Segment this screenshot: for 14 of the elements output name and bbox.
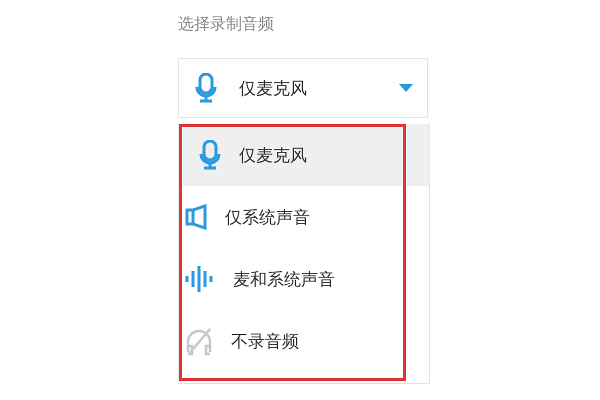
audio-dropdown[interactable]: 仅麦克风 [178,58,428,118]
microphone-icon [195,73,217,103]
speaker-icon [185,204,207,230]
option-label: 仅麦克风 [239,144,307,166]
sound-wave-icon [185,264,215,294]
muted-headphones-icon [185,326,213,356]
section-label: 选择录制音频 [178,14,275,35]
menu-option[interactable]: 仅麦克风 [179,124,429,186]
microphone-icon [199,140,221,170]
dropdown-value: 仅麦克风 [239,78,308,100]
option-label: 不录音频 [231,330,299,352]
option-label: 仅系统声音 [225,206,310,228]
option-label: 麦和系统声音 [233,268,335,290]
caret-icon [399,84,413,92]
